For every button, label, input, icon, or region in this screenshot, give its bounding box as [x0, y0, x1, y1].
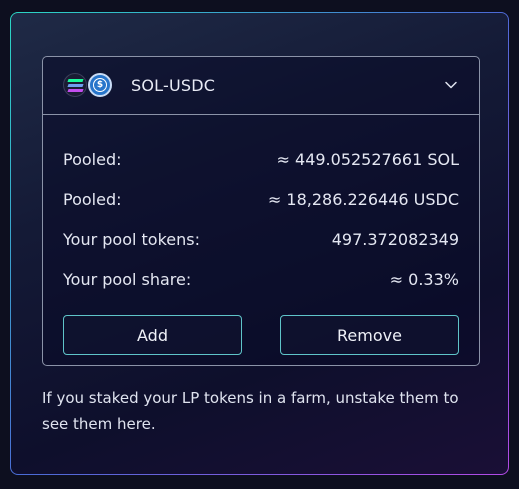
- detail-row-pooled-usdc: Pooled: ≈ 18,286.226446 USDC: [63, 179, 459, 219]
- detail-value: 497.372082349: [331, 229, 459, 249]
- detail-label: Your pool share:: [63, 269, 192, 289]
- detail-label: Your pool tokens:: [63, 229, 200, 249]
- detail-row-pooled-sol: Pooled: ≈ 449.052527661 SOL: [63, 139, 459, 179]
- detail-row-pool-share: Your pool share: ≈ 0.33%: [63, 259, 459, 299]
- remove-liquidity-button[interactable]: Remove: [280, 315, 459, 355]
- liquidity-panel: $ SOL-USDC Pooled: ≈ 449.052527661 SOL P…: [11, 13, 508, 474]
- unstake-note: If you staked your LP tokens in a farm, …: [42, 389, 459, 433]
- detail-label: Pooled:: [63, 149, 122, 169]
- detail-row-pool-tokens: Your pool tokens: 497.372082349: [63, 219, 459, 259]
- pool-header[interactable]: $ SOL-USDC: [43, 57, 479, 115]
- chevron-down-icon[interactable]: [443, 77, 459, 93]
- pair-name: SOL-USDC: [131, 76, 216, 95]
- detail-value: ≈ 0.33%: [389, 269, 459, 289]
- detail-value: ≈ 449.052527661 SOL: [276, 149, 459, 169]
- pool-actions: Add Remove: [43, 299, 479, 355]
- sol-icon: [63, 72, 87, 97]
- add-liquidity-button[interactable]: Add: [63, 315, 242, 355]
- detail-value: ≈ 18,286.226446 USDC: [267, 189, 459, 209]
- pool-details: Pooled: ≈ 449.052527661 SOL Pooled: ≈ 18…: [43, 115, 479, 299]
- token-pair-icons: $: [63, 72, 113, 99]
- pool-position-card: $ SOL-USDC Pooled: ≈ 449.052527661 SOL P…: [42, 56, 480, 366]
- liquidity-panel-frame: $ SOL-USDC Pooled: ≈ 449.052527661 SOL P…: [10, 12, 509, 475]
- usdc-icon: $: [88, 72, 112, 97]
- detail-label: Pooled:: [63, 189, 122, 209]
